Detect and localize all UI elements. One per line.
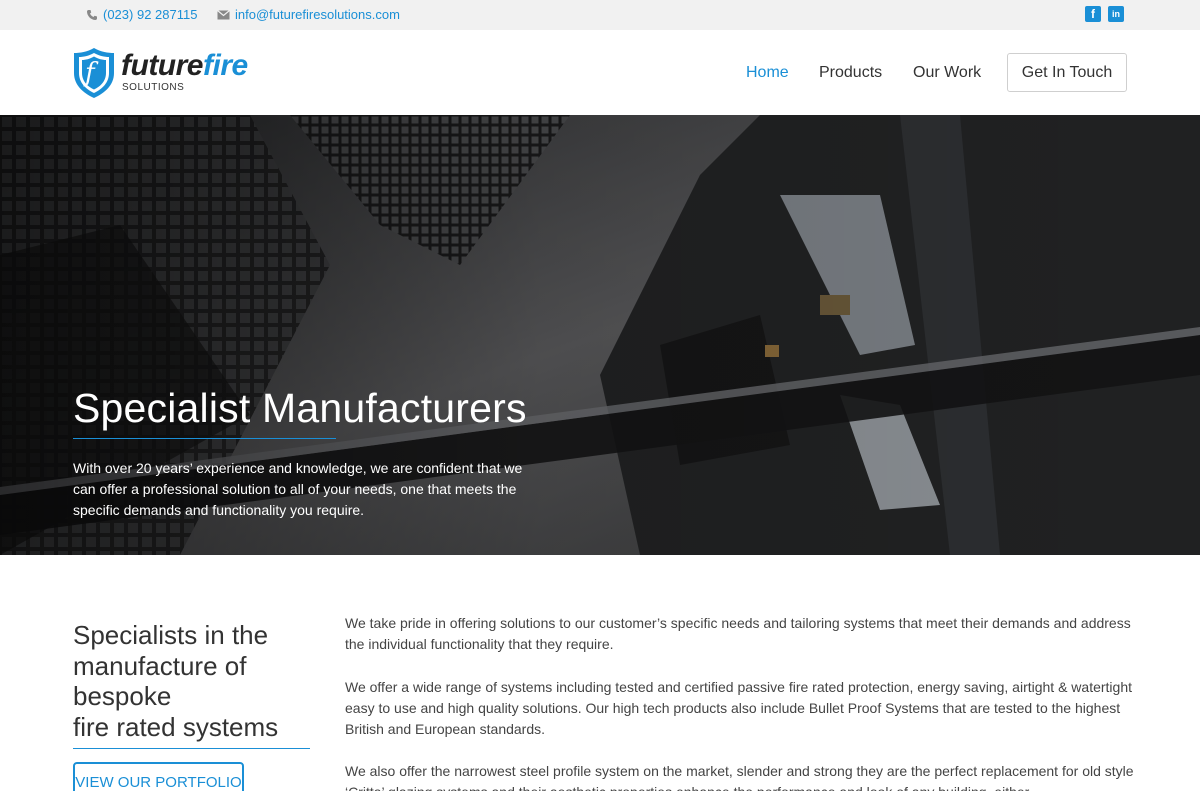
email-address[interactable]: info@futurefiresolutions.com — [235, 7, 400, 22]
hero-banner: Specialist Manufacturers With over 20 ye… — [0, 115, 1200, 555]
logo-wordmark: futurefire — [121, 49, 248, 82]
email-link[interactable]: info@futurefiresolutions.com — [217, 7, 400, 22]
view-portfolio-button[interactable]: VIEW OUR PORTFOLIO — [73, 762, 244, 791]
logo-tagline: SOLUTIONS — [122, 82, 185, 93]
phone-icon — [86, 9, 98, 21]
nav-home[interactable]: Home — [746, 64, 789, 82]
envelope-icon — [217, 9, 230, 20]
intro-paragraph: We take pride in offering solutions to o… — [345, 615, 1131, 652]
logo[interactable]: f futurefire SOLUTIONS — [72, 47, 272, 99]
nav-our-work[interactable]: Our Work — [913, 64, 981, 82]
phone-link[interactable]: (023) 92 287115 — [86, 7, 197, 22]
section-heading: Specialists in the manufacture of bespok… — [73, 620, 303, 742]
hero-divider — [73, 438, 336, 439]
facebook-icon[interactable]: f — [1085, 6, 1101, 22]
section-heading-line: Specialists in the — [73, 620, 269, 650]
section-heading-line: manufacture of — [73, 650, 247, 681]
logo-mark: f — [85, 58, 95, 88]
get-in-touch-button[interactable]: Get In Touch — [1007, 53, 1127, 92]
phone-number[interactable]: (023) 92 287115 — [103, 7, 197, 22]
section-heading-line: fire rated systems — [73, 711, 279, 742]
intro-paragraph: We offer a wide range of systems includi… — [345, 679, 1133, 737]
hero-description: With over 20 years’ experience and knowl… — [73, 460, 523, 518]
nav-products[interactable]: Products — [819, 64, 882, 82]
top-bar: (023) 92 287115 info@futurefiresolutions… — [0, 0, 1200, 30]
hero-title: Specialist Manufacturers — [73, 385, 527, 431]
intro-paragraph: We also offer the narrowest steel profil… — [345, 763, 1134, 791]
section-divider — [73, 748, 310, 749]
section-heading-line: bespoke — [73, 681, 172, 711]
linkedin-icon[interactable]: in — [1108, 6, 1124, 22]
